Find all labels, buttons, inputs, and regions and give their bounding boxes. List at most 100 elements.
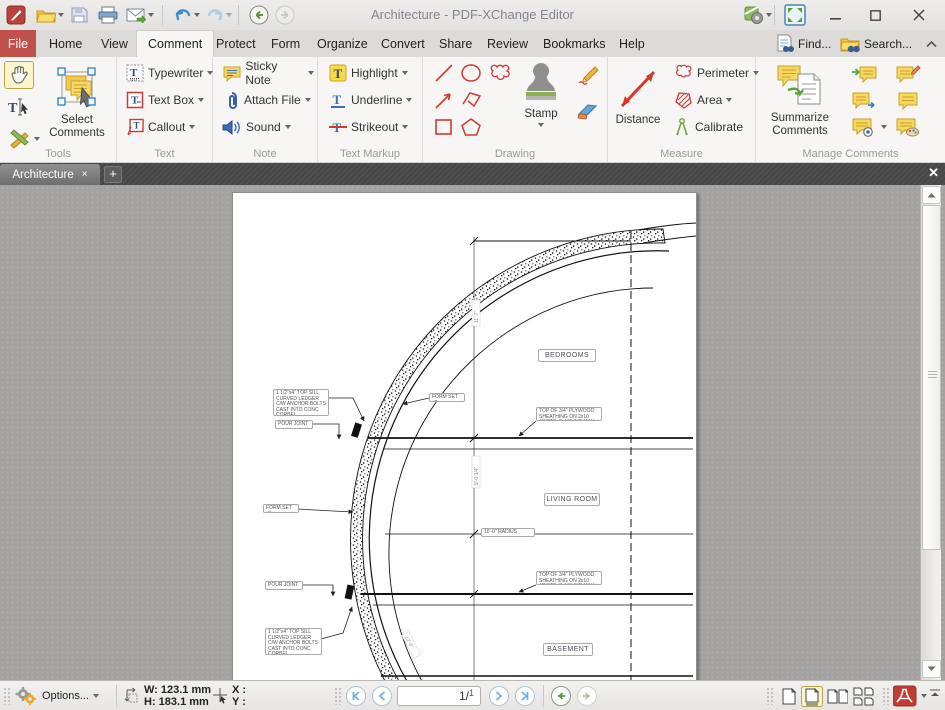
redo-button[interactable] [202, 3, 234, 27]
single-page-layout-button[interactable] [778, 686, 800, 707]
strikeout-caret-icon[interactable] [402, 125, 409, 129]
last-page-button[interactable] [515, 686, 535, 706]
undo-caret-icon[interactable] [194, 13, 200, 17]
statusbar-grip[interactable] [334, 687, 342, 705]
text-box-caret-icon[interactable] [198, 98, 205, 102]
tab-help[interactable]: Help [608, 30, 656, 57]
print-button[interactable] [96, 3, 120, 27]
attach-file-button[interactable]: Attach File [221, 88, 314, 112]
options-caret-icon[interactable] [93, 694, 100, 698]
new-tab-button[interactable]: + [104, 166, 122, 183]
underline-button[interactable]: T Underline [326, 88, 415, 112]
send-caret-icon[interactable] [148, 13, 154, 17]
sound-caret-icon[interactable] [284, 125, 291, 129]
next-page-button[interactable] [489, 686, 509, 706]
select-text-tool-button[interactable]: T [4, 93, 34, 121]
text-box-button[interactable]: T Text Box [123, 88, 207, 112]
two-page-continuous-layout-button[interactable] [852, 686, 874, 707]
first-page-button[interactable] [346, 686, 366, 706]
oval-tool-button[interactable] [457, 61, 485, 85]
document-tab-architecture[interactable]: Architecture × [0, 164, 100, 185]
vertical-scrollbar[interactable] [920, 185, 941, 680]
attach-file-caret-icon[interactable] [304, 98, 311, 102]
cloud-tool-button[interactable] [485, 61, 515, 85]
hand-tool-button[interactable] [4, 61, 34, 89]
strikeout-button[interactable]: T Strikeout [326, 115, 411, 139]
document-tab-close-icon[interactable]: × [82, 169, 88, 180]
tab-organize[interactable]: Organize [306, 30, 379, 57]
highlight-button[interactable]: T Highlight [326, 61, 411, 85]
callout-button[interactable]: T Callout [123, 115, 198, 139]
underline-caret-icon[interactable] [406, 98, 413, 102]
ui-options-button[interactable] [742, 3, 774, 27]
stamp-button[interactable]: Stamp [515, 60, 567, 146]
sticky-note-caret-icon[interactable] [308, 71, 314, 75]
arrow-tool-button[interactable] [431, 88, 457, 112]
summarize-comments-button[interactable]: Summarize Comments [760, 60, 840, 146]
send-mail-button[interactable] [124, 3, 156, 27]
undo-button[interactable] [170, 3, 202, 27]
other-tools-caret-icon[interactable] [33, 137, 40, 141]
scroll-up-button[interactable] [922, 186, 941, 204]
page-number-input[interactable]: 1/1 [397, 686, 481, 706]
scroll-down-button[interactable] [922, 660, 941, 678]
tab-form[interactable]: Form [260, 30, 311, 57]
show-comments-button[interactable] [848, 115, 890, 139]
tab-home[interactable]: Home [38, 30, 93, 57]
eraser-button[interactable] [573, 99, 603, 123]
tab-file[interactable]: File [0, 30, 36, 57]
statusbar-grip[interactable] [882, 687, 890, 705]
open-caret-icon[interactable] [58, 13, 64, 17]
polygon-tool-button[interactable] [457, 115, 485, 139]
scrollbar-thumb[interactable] [922, 205, 941, 550]
comment-styles-button[interactable] [892, 115, 924, 139]
continuous-layout-button[interactable] [801, 686, 823, 707]
distance-button[interactable]: Distance [610, 60, 666, 146]
polyline-tool-button[interactable] [457, 88, 487, 112]
tab-bookmarks[interactable]: Bookmarks [532, 30, 617, 57]
open-in-acrobat-button[interactable] [893, 685, 927, 707]
perimeter-button[interactable]: Perimeter [670, 61, 762, 85]
callout-caret-icon[interactable] [189, 125, 196, 129]
statusbar-grip[interactable] [766, 687, 774, 705]
two-page-layout-button[interactable] [826, 686, 848, 707]
forward-button[interactable] [272, 3, 298, 27]
history-back-button[interactable] [551, 686, 571, 706]
ui-options-caret-icon[interactable] [766, 13, 772, 17]
tab-review[interactable]: Review [476, 30, 539, 57]
stamp-caret-icon[interactable] [538, 123, 544, 127]
collapse-ribbon-button[interactable] [926, 32, 937, 55]
highlight-caret-icon[interactable] [401, 71, 408, 75]
typewriter-button[interactable]: T Typewriter [123, 61, 216, 85]
redo-caret-icon[interactable] [226, 13, 232, 17]
calibrate-button[interactable]: Calibrate [670, 115, 746, 139]
splitter-button[interactable] [930, 682, 940, 704]
tab-comment[interactable]: Comment [136, 30, 215, 57]
tab-view[interactable]: View [90, 30, 139, 57]
area-caret-icon[interactable] [726, 98, 733, 102]
save-button[interactable] [68, 3, 90, 27]
tab-convert[interactable]: Convert [370, 30, 436, 57]
sticky-note-button[interactable]: Sticky Note [219, 59, 317, 87]
tab-protect[interactable]: Protect [205, 30, 267, 57]
statusbar-grip[interactable] [3, 687, 11, 705]
close-window-button[interactable] [900, 0, 938, 30]
find-button[interactable]: Find... [776, 32, 831, 55]
history-forward-button[interactable] [577, 686, 597, 706]
options-button[interactable]: Options... [14, 685, 100, 707]
add-comment-note-button[interactable] [892, 61, 924, 85]
export-comments-button[interactable] [848, 88, 880, 112]
import-comments-button[interactable] [848, 61, 880, 85]
rectangle-tool-button[interactable] [431, 115, 457, 139]
fullscreen-button[interactable] [782, 3, 808, 27]
pencil-comment-button[interactable] [573, 63, 603, 87]
select-comments-button[interactable]: Select Comments [40, 60, 114, 146]
acrobat-caret-icon[interactable] [921, 694, 927, 698]
search-button[interactable]: Search... [840, 32, 912, 55]
close-document-button[interactable]: ✕ [928, 165, 939, 181]
open-button[interactable] [34, 3, 66, 27]
line-tool-button[interactable] [431, 61, 457, 85]
maximize-button[interactable] [856, 0, 894, 30]
comments-list-button[interactable] [892, 88, 924, 112]
area-button[interactable]: Area [670, 88, 735, 112]
